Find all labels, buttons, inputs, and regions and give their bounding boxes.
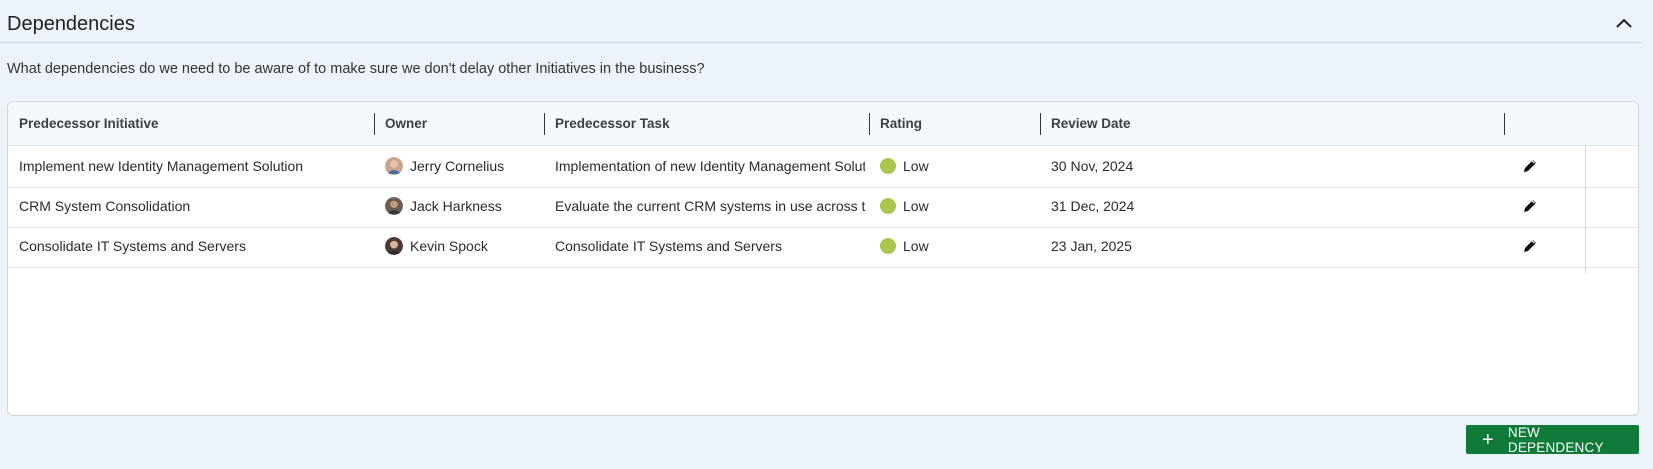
edit-button[interactable] — [1520, 156, 1540, 176]
review-date-cell: 30 Nov, 2024 — [1051, 158, 1134, 174]
collapse-button[interactable] — [1613, 12, 1635, 34]
owner-cell: Jack Harkness — [385, 185, 545, 227]
pencil-icon — [1524, 199, 1536, 212]
rating-cell: Low — [880, 145, 1030, 187]
owner-name: Jerry Cornelius — [410, 158, 505, 174]
chevron-up-icon — [1616, 18, 1632, 28]
header-predecessor-initiative[interactable]: Predecessor Initiative — [19, 102, 159, 145]
header-rating[interactable]: Rating — [880, 102, 922, 145]
avatar — [385, 157, 403, 175]
section-title: Dependencies — [7, 13, 135, 35]
avatar — [385, 237, 403, 255]
column-resizer[interactable] — [374, 113, 375, 135]
owner-cell: Jerry Cornelius — [385, 145, 545, 187]
rating-cell: Low — [880, 225, 1030, 267]
pencil-icon — [1524, 159, 1536, 172]
owner-name: Jack Harkness — [410, 198, 502, 214]
table-row[interactable]: Implement new Identity Management Soluti… — [8, 145, 1638, 188]
pencil-icon — [1524, 239, 1536, 252]
table-row[interactable]: CRM System Consolidation Jack Harkness E… — [8, 185, 1638, 228]
task-cell: Implementation of new Identity Managemen… — [555, 158, 865, 174]
column-resizer[interactable] — [1504, 113, 1505, 135]
owner-name: Kevin Spock — [410, 238, 488, 254]
owner-cell: Kevin Spock — [385, 225, 545, 267]
review-date-cell: 31 Dec, 2024 — [1051, 198, 1135, 214]
dependencies-table: Predecessor Initiative Owner Predecessor… — [7, 101, 1639, 416]
section-header: Dependencies — [0, 0, 1643, 43]
rating-label: Low — [903, 198, 929, 214]
edit-button[interactable] — [1520, 196, 1540, 216]
table-header: Predecessor Initiative Owner Predecessor… — [8, 102, 1638, 146]
plus-icon: + — [1482, 428, 1494, 451]
review-date-cell: 23 Jan, 2025 — [1051, 238, 1132, 254]
header-predecessor-task[interactable]: Predecessor Task — [555, 102, 670, 145]
header-owner[interactable]: Owner — [385, 102, 427, 145]
task-cell: Evaluate the current CRM systems in use … — [555, 198, 865, 214]
avatar — [385, 197, 403, 215]
initiative-cell: Implement new Identity Management Soluti… — [19, 158, 304, 174]
rating-label: Low — [903, 158, 929, 174]
action-column-divider — [1585, 145, 1586, 273]
column-resizer[interactable] — [544, 113, 545, 135]
rating-label: Low — [903, 238, 929, 254]
column-resizer[interactable] — [869, 113, 870, 135]
initiative-cell: CRM System Consolidation — [19, 198, 191, 214]
edit-button[interactable] — [1520, 236, 1540, 256]
task-cell: Consolidate IT Systems and Servers — [555, 238, 782, 254]
table-row[interactable]: Consolidate IT Systems and Servers Kevin… — [8, 225, 1638, 268]
rating-indicator-icon — [880, 198, 896, 214]
rating-cell: Low — [880, 185, 1030, 227]
initiative-cell: Consolidate IT Systems and Servers — [19, 238, 246, 254]
rating-indicator-icon — [880, 158, 896, 174]
rating-indicator-icon — [880, 238, 896, 254]
column-resizer[interactable] — [1040, 113, 1041, 135]
new-dependency-button[interactable]: + NEW DEPENDENCY — [1466, 424, 1639, 455]
section-question: What dependencies do we need to be aware… — [7, 61, 705, 77]
header-review-date[interactable]: Review Date — [1051, 102, 1131, 145]
new-dependency-label: NEW DEPENDENCY — [1507, 424, 1604, 455]
